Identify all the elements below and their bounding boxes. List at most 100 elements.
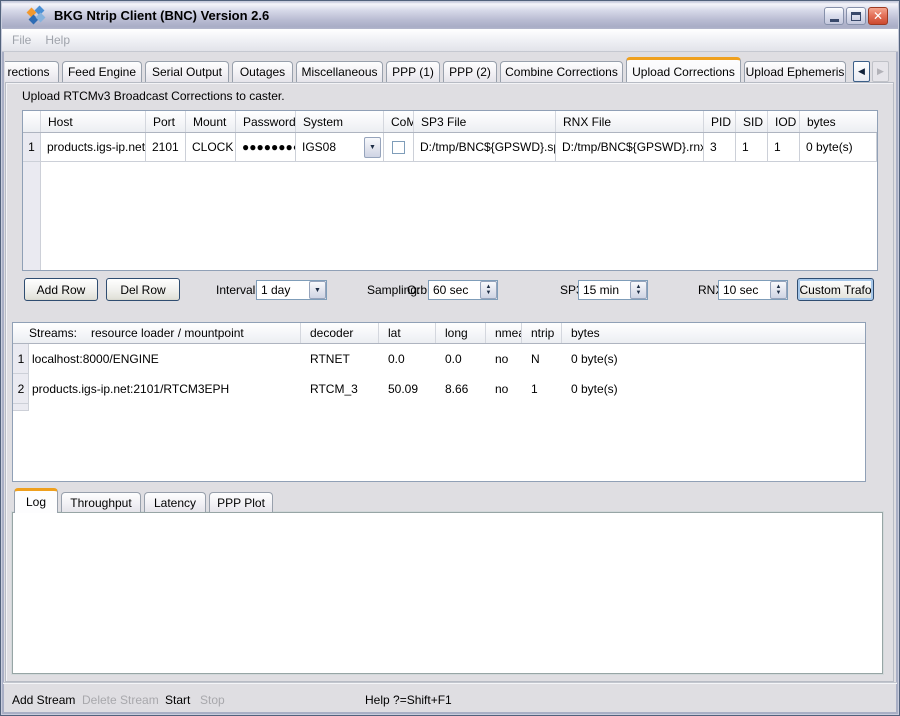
column-header-bytes: bytes bbox=[800, 111, 877, 132]
streams-title: Streams: bbox=[29, 326, 77, 340]
help-hint: Help ?=Shift+F1 bbox=[365, 693, 452, 707]
iod-cell[interactable]: 1 bbox=[768, 133, 800, 162]
column-header-port: Port bbox=[146, 111, 186, 132]
upload-table-header: Host Port Mount Password System CoM SP3 … bbox=[23, 111, 877, 133]
pid-cell[interactable]: 3 bbox=[704, 133, 736, 162]
rnx-spin-buttons[interactable]: ▲▼ bbox=[770, 281, 787, 299]
column-header-nmea: nmea bbox=[486, 323, 522, 343]
app-icon-diamond bbox=[36, 13, 46, 23]
stream-row[interactable]: 2 products.igs-ip.net:2101/RTCM3EPH RTCM… bbox=[13, 374, 865, 404]
password-cell[interactable]: ●●●●●●●● bbox=[236, 133, 296, 162]
add-row-button[interactable]: Add Row bbox=[24, 278, 98, 301]
menu-help[interactable]: Help bbox=[45, 33, 70, 47]
com-checkbox[interactable] bbox=[392, 141, 405, 154]
minimize-button[interactable] bbox=[824, 7, 844, 25]
column-header-pid: PID bbox=[704, 111, 736, 132]
column-header-mountpoint: Streams: resource loader / mountpoint bbox=[13, 323, 301, 343]
tab-upload-corrections[interactable]: Upload Corrections bbox=[626, 57, 741, 82]
tab-outages[interactable]: Outages bbox=[232, 61, 293, 82]
close-button[interactable]: ✕ bbox=[868, 7, 888, 25]
column-header-decoder: decoder bbox=[301, 323, 379, 343]
stream-row[interactable]: 1 localhost:8000/ENGINE RTNET 0.0 0.0 no… bbox=[13, 344, 865, 374]
tab-latency[interactable]: Latency bbox=[144, 492, 206, 512]
column-header-system: System bbox=[296, 111, 384, 132]
system-cell[interactable]: IGS08 ▼ bbox=[296, 133, 384, 162]
orb-spinbox[interactable]: 60 sec ▲▼ bbox=[428, 280, 498, 300]
tab-combine-corrections[interactable]: Combine Corrections bbox=[500, 61, 623, 82]
system-dropdown-button[interactable]: ▼ bbox=[364, 137, 381, 158]
sp3-spinbox[interactable]: 15 min ▲▼ bbox=[578, 280, 648, 300]
long-cell: 0.0 bbox=[436, 344, 486, 374]
maximize-icon bbox=[851, 12, 861, 21]
menu-file[interactable]: File bbox=[12, 33, 31, 47]
upload-description: Upload RTCMv3 Broadcast Corrections to c… bbox=[22, 89, 285, 103]
sp3-spin-buttons[interactable]: ▲▼ bbox=[630, 281, 647, 299]
mountpoint-cell: localhost:8000/ENGINE bbox=[29, 344, 301, 374]
tab-scroll-left-button[interactable]: ◀ bbox=[853, 61, 870, 82]
maximize-button[interactable] bbox=[846, 7, 866, 25]
log-tab-bar: Log Throughput Latency PPP Plot bbox=[12, 487, 276, 512]
close-icon: ✕ bbox=[873, 9, 883, 23]
tab-log[interactable]: Log bbox=[14, 488, 58, 513]
tab-serial-output[interactable]: Serial Output bbox=[145, 61, 229, 82]
sp3-file-cell[interactable]: D:/tmp/BNC${GPSWD}.sp3 bbox=[414, 133, 556, 162]
app-window: BKG Ntrip Client (BNC) Version 2.6 ✕ Fil… bbox=[0, 0, 900, 716]
rnx-file-cell[interactable]: D:/tmp/BNC${GPSWD}.rnx bbox=[556, 133, 704, 162]
column-header-host: Host bbox=[41, 111, 146, 132]
upload-table: Host Port Mount Password System CoM SP3 … bbox=[22, 110, 878, 271]
log-output bbox=[12, 512, 883, 674]
tab-feed-engine[interactable]: Feed Engine bbox=[62, 61, 142, 82]
port-cell[interactable]: 2101 bbox=[146, 133, 186, 162]
interval-dropdown-button[interactable]: ▼ bbox=[309, 281, 326, 299]
column-header-corner bbox=[23, 111, 41, 132]
rnx-spinbox[interactable]: 10 sec ▲▼ bbox=[718, 280, 788, 300]
tab-miscellaneous[interactable]: Miscellaneous bbox=[296, 61, 383, 82]
tab-ppp-1[interactable]: PPP (1) bbox=[386, 61, 440, 82]
del-row-button[interactable]: Del Row bbox=[106, 278, 180, 301]
column-header-com: CoM bbox=[384, 111, 414, 132]
mountpoint-header-label: resource loader / mountpoint bbox=[91, 326, 244, 340]
delete-stream-action[interactable]: Delete Stream bbox=[82, 693, 159, 707]
status-bar: Add Stream Delete Stream Start Stop Help… bbox=[2, 684, 898, 712]
nmea-cell: no bbox=[486, 344, 522, 374]
stop-action[interactable]: Stop bbox=[200, 693, 225, 707]
interval-value: 1 day bbox=[257, 283, 309, 297]
spin-down-icon: ▼ bbox=[776, 290, 782, 296]
tab-scroll-left-icon: ◀ bbox=[858, 66, 865, 77]
orb-spin-buttons[interactable]: ▲▼ bbox=[480, 281, 497, 299]
interval-label: Interval bbox=[216, 283, 255, 297]
bytes-cell: 0 byte(s) bbox=[562, 344, 865, 374]
tab-throughput[interactable]: Throughput bbox=[61, 492, 141, 512]
host-cell[interactable]: products.igs-ip.net bbox=[41, 133, 146, 162]
decoder-cell: RTCM_3 bbox=[301, 374, 379, 404]
column-header-mount: Mount bbox=[186, 111, 236, 132]
column-header-ntrip: ntrip bbox=[522, 323, 562, 343]
interval-select[interactable]: 1 day ▼ bbox=[256, 280, 327, 300]
row-number: 1 bbox=[23, 133, 41, 162]
sp3-value: 15 min bbox=[579, 283, 630, 297]
tab-ppp-plot[interactable]: PPP Plot bbox=[209, 492, 273, 512]
title-bar: BKG Ntrip Client (BNC) Version 2.6 bbox=[2, 2, 898, 29]
column-header-rnx-file: RNX File bbox=[556, 111, 704, 132]
mount-cell[interactable]: CLOCK bbox=[186, 133, 236, 162]
chevron-down-icon: ▼ bbox=[369, 144, 376, 151]
rnx-value: 10 sec bbox=[719, 283, 770, 297]
column-header-password: Password bbox=[236, 111, 296, 132]
com-cell bbox=[384, 133, 414, 162]
tab-scroll-right-button[interactable]: ▶ bbox=[872, 61, 889, 82]
streams-table: Streams: resource loader / mountpoint de… bbox=[12, 322, 866, 482]
tab-upload-ephemeris[interactable]: Upload Ephemeris bbox=[744, 61, 846, 82]
minimize-icon bbox=[830, 19, 839, 22]
sid-cell[interactable]: 1 bbox=[736, 133, 768, 162]
column-header-sp3-file: SP3 File bbox=[414, 111, 556, 132]
menu-bar: File Help bbox=[2, 29, 898, 52]
tab-scroll-right-icon: ▶ bbox=[877, 66, 884, 77]
tab-ppp-2[interactable]: PPP (2) bbox=[443, 61, 497, 82]
add-stream-action[interactable]: Add Stream bbox=[12, 693, 75, 707]
start-action[interactable]: Start bbox=[165, 693, 190, 707]
lat-cell: 50.09 bbox=[379, 374, 436, 404]
row-number: 1 bbox=[13, 344, 29, 374]
tab-corrections[interactable]: rections bbox=[5, 61, 59, 82]
column-header-sid: SID bbox=[736, 111, 768, 132]
custom-trafo-button[interactable]: Custom Trafo bbox=[797, 278, 874, 301]
